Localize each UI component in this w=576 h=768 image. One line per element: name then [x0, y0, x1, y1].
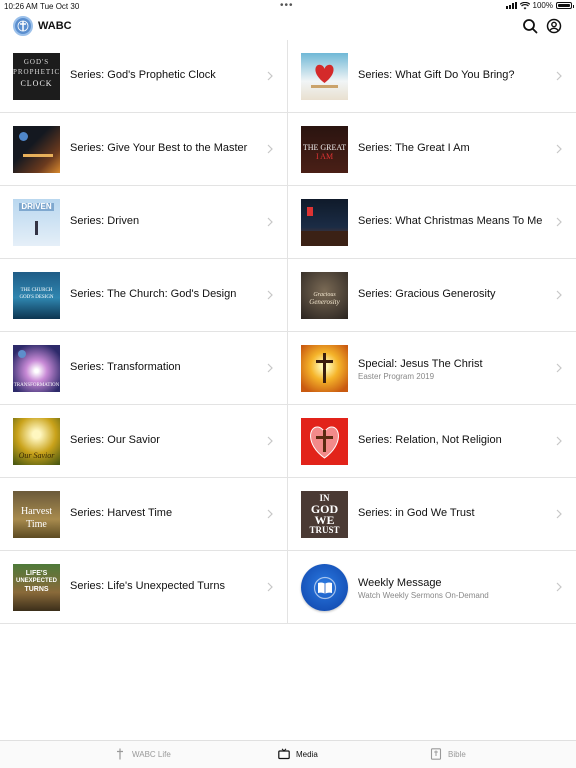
list-item[interactable]: Series: Give Your Best to the Master [0, 113, 288, 186]
list-item[interactable]: Series: Relation, Not Religion [288, 405, 576, 478]
tab-media[interactable]: Media [278, 748, 318, 760]
chevron-right-icon [267, 436, 273, 446]
item-title: Series: Gracious Generosity [358, 288, 496, 300]
battery-icon [556, 2, 574, 9]
chevron-right-icon [267, 144, 273, 154]
item-title: Weekly Message [358, 577, 442, 589]
tab-wabc-life[interactable]: WABC Life [114, 748, 171, 760]
item-title: Special: Jesus The Christ [358, 358, 483, 370]
cellular-signal-icon [505, 2, 517, 9]
multitasking-dots-icon[interactable]: ••• [280, 0, 294, 11]
item-subtitle: Easter Program 2019 [358, 372, 435, 381]
series-thumbnail: Harvest Time [13, 491, 60, 538]
series-thumbnail: TRANSFORMATION [13, 345, 60, 392]
tab-bible[interactable]: Bible [430, 748, 466, 760]
chevron-right-icon [556, 290, 562, 300]
search-icon[interactable] [522, 18, 538, 34]
item-title: Series: Relation, Not Religion [358, 434, 502, 446]
battery-percent: 100% [532, 1, 553, 10]
account-icon[interactable] [546, 18, 562, 34]
weekly-message-icon [301, 564, 348, 611]
chevron-right-icon [556, 71, 562, 81]
list-item[interactable]: IN GOD WE TRUST Series: in God We Trust [288, 478, 576, 551]
status-date: Tue Oct 30 [40, 2, 80, 11]
item-title: Series: What Gift Do You Bring? [358, 69, 515, 81]
tab-label: WABC Life [132, 749, 171, 759]
list-item[interactable]: Our Savior Series: Our Savior [0, 405, 288, 478]
list-item[interactable]: Special: Jesus The Christ Easter Program… [288, 332, 576, 405]
chevron-right-icon [556, 582, 562, 592]
status-time: 10:26 AM [4, 2, 38, 11]
series-thumbnail [301, 418, 348, 465]
chevron-right-icon [556, 217, 562, 227]
list-item[interactable]: Series: What Gift Do You Bring? [288, 40, 576, 113]
series-thumbnail [13, 126, 60, 173]
list-item[interactable]: THE GREAT I AM Series: The Great I Am [288, 113, 576, 186]
item-title: Series: Transformation [70, 361, 181, 373]
app-title: WABC [38, 20, 72, 32]
tab-label: Media [296, 749, 318, 759]
item-title: Series: Our Savior [70, 434, 160, 446]
item-title: Series: What Christmas Means To Me [358, 215, 543, 227]
item-subtitle: Watch Weekly Sermons On-Demand [358, 591, 489, 600]
item-title: Series: Give Your Best to the Master [70, 142, 248, 154]
list-item[interactable]: LIFE'S UNEXPECTED TURNS Series: Life's U… [0, 551, 288, 624]
chevron-right-icon [556, 436, 562, 446]
status-bar: 10:26 AM Tue Oct 30 ••• 100% [0, 0, 576, 12]
list-item[interactable]: THE CHURCH GOD'S DESIGN Series: The Chur… [0, 259, 288, 332]
list-item[interactable]: Harvest Time Series: Harvest Time [0, 478, 288, 551]
series-thumbnail: LIFE'S UNEXPECTED TURNS [13, 564, 60, 611]
media-grid: GOD'S PROPHETIC CLOCK Series: God's Prop… [0, 40, 576, 624]
list-item[interactable]: Gracious Generosity Series: Gracious Gen… [288, 259, 576, 332]
chevron-right-icon [556, 144, 562, 154]
app-header: WABC [0, 12, 576, 40]
list-item[interactable]: DRIVEN Series: Driven [0, 186, 288, 259]
series-thumbnail [301, 345, 348, 392]
status-right: 100% [505, 1, 574, 10]
chevron-right-icon [267, 509, 273, 519]
item-title: Series: The Great I Am [358, 142, 470, 154]
item-title: Series: Harvest Time [70, 507, 173, 519]
bible-icon [430, 748, 442, 760]
series-thumbnail: GOD'S PROPHETIC CLOCK [13, 53, 60, 100]
cross-icon [117, 748, 123, 760]
tab-label: Bible [448, 749, 466, 759]
item-title: Series: in God We Trust [358, 507, 475, 519]
series-thumbnail [301, 199, 348, 246]
series-thumbnail: Our Savior [13, 418, 60, 465]
tab-bar: WABC Life Media Bible [0, 740, 576, 768]
item-title: Series: Life's Unexpected Turns [70, 580, 225, 592]
series-thumbnail [301, 53, 348, 100]
wifi-icon [519, 1, 530, 9]
series-thumbnail: IN GOD WE TRUST [301, 491, 348, 538]
series-thumbnail: THE CHURCH GOD'S DESIGN [13, 272, 60, 319]
chevron-right-icon [267, 363, 273, 373]
chevron-right-icon [267, 217, 273, 227]
list-item[interactable]: GOD'S PROPHETIC CLOCK Series: God's Prop… [0, 40, 288, 113]
item-title: Series: The Church: God's Design [70, 288, 237, 300]
item-title: Series: Driven [70, 215, 140, 227]
chevron-right-icon [556, 509, 562, 519]
chevron-right-icon [267, 582, 273, 592]
list-item[interactable]: Weekly Message Watch Weekly Sermons On-D… [288, 551, 576, 624]
chevron-right-icon [267, 71, 273, 81]
tv-icon [278, 748, 290, 760]
chevron-right-icon [267, 290, 273, 300]
chevron-right-icon [556, 363, 562, 373]
item-title: Series: God's Prophetic Clock [70, 69, 216, 81]
series-thumbnail: THE GREAT I AM [301, 126, 348, 173]
list-item[interactable]: Series: What Christmas Means To Me [288, 186, 576, 259]
series-thumbnail: DRIVEN [13, 199, 60, 246]
list-item[interactable]: TRANSFORMATION Series: Transformation [0, 332, 288, 405]
wabc-logo-icon [13, 16, 33, 36]
series-thumbnail: Gracious Generosity [301, 272, 348, 319]
